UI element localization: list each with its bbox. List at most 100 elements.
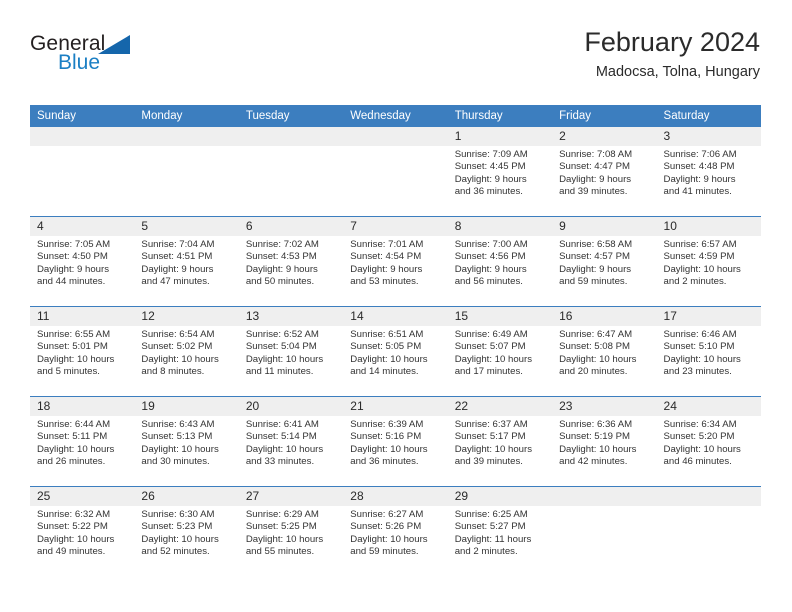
day-daylight2-text: and 46 minutes. xyxy=(663,456,732,468)
calendar-day-cell[interactable]: 1 Sunrise: 7:09 AM Sunset: 4:45 PM Daylight… xyxy=(447,127,553,217)
day-sun-info: Sunrise: 6:29 AM Sunset: 5:25 PM Daylight:… xyxy=(239,506,343,559)
day-sunset-text: Sunset: 4:50 PM xyxy=(37,251,108,263)
calendar-day-cell[interactable]: 18 Sunrise: 6:44 AM Sunset: 5:11 PM Dayligh… xyxy=(30,396,135,487)
calendar-day-cell[interactable]: 17 Sunrise: 6:46 AM Sunset: 5:10 PM Dayligh… xyxy=(656,306,761,397)
day-sunrise-text: Sunrise: 6:52 AM xyxy=(245,329,319,340)
calendar-day-cell[interactable]: 7 Sunrise: 7:01 AM Sunset: 4:54 PM Daylight… xyxy=(343,216,448,307)
calendar-day-cell[interactable]: 4 Sunrise: 7:05 AM Sunset: 4:50 PM Daylight… xyxy=(30,216,135,307)
calendar-day-cell[interactable]: 11 Sunrise: 6:55 AM Sunset: 5:01 PM Dayligh… xyxy=(30,306,135,397)
weekday-header-tuesday: Tuesday xyxy=(238,105,344,127)
calendar-day-cell[interactable]: 9 Sunrise: 6:58 AM Sunset: 4:57 PM Daylight… xyxy=(552,216,657,307)
day-daylight1-text: Daylight: 9 hours xyxy=(559,173,632,185)
day-sun-info: Sunrise: 7:06 AM Sunset: 4:48 PM Daylight:… xyxy=(657,146,761,199)
calendar-table: Sunday Monday Tuesday Wednesday Thursday Frid… xyxy=(30,105,761,576)
calendar-day-cell[interactable]: 24 Sunrise: 6:34 AM Sunset: 5:20 PM Dayligh… xyxy=(656,396,761,487)
day-sunrise-text: Sunrise: 7:06 AM xyxy=(663,149,737,160)
day-sunset-text: Sunset: 5:13 PM xyxy=(141,431,213,443)
calendar-day-cell[interactable]: 2 Sunrise: 7:08 AM Sunset: 4:47 PM Daylight… xyxy=(552,127,657,217)
calendar-day-cell[interactable]: 22 Sunrise: 6:37 AM Sunset: 5:17 PM Dayligh… xyxy=(447,396,553,487)
calendar-week-row: 4 Sunrise: 7:05 AM Sunset: 4:50 PM Daylight… xyxy=(30,216,761,307)
day-sunrise-text: Sunrise: 6:30 AM xyxy=(141,509,215,520)
day-sunset-text: Sunset: 5:16 PM xyxy=(350,431,422,443)
day-daylight1-text: Daylight: 10 hours xyxy=(350,533,428,545)
day-number: 28 xyxy=(343,487,448,506)
calendar-day-cell[interactable]: 13 Sunrise: 6:52 AM Sunset: 5:04 PM Dayligh… xyxy=(238,306,344,397)
calendar-day-cell[interactable]: 29 Sunrise: 6:25 AM Sunset: 5:27 PM Dayligh… xyxy=(447,486,553,576)
day-sunset-text: Sunset: 5:22 PM xyxy=(37,521,108,533)
weekday-header-friday: Friday xyxy=(552,105,657,127)
day-number: 22 xyxy=(447,397,553,416)
triangle-logo-icon xyxy=(98,35,130,54)
day-sun-info: Sunrise: 6:44 AM Sunset: 5:11 PM Daylight:… xyxy=(30,416,134,469)
day-sunrise-text: Sunrise: 6:43 AM xyxy=(141,419,215,430)
day-daylight1-text: Daylight: 9 hours xyxy=(663,173,736,185)
day-sunset-text: Sunset: 5:19 PM xyxy=(559,431,631,443)
day-sunset-text: Sunset: 4:54 PM xyxy=(350,251,422,263)
calendar-day-cell[interactable]: 14 Sunrise: 6:51 AM Sunset: 5:05 PM Dayligh… xyxy=(343,306,448,397)
day-sunset-text: Sunset: 4:48 PM xyxy=(663,161,735,173)
day-sunrise-text: Sunrise: 6:57 AM xyxy=(663,239,737,250)
day-sunrise-text: Sunrise: 6:58 AM xyxy=(559,239,633,250)
calendar-day-cell[interactable]: 5 Sunrise: 7:04 AM Sunset: 4:51 PM Daylight… xyxy=(134,216,239,307)
calendar-day-cell[interactable]: 27 Sunrise: 6:29 AM Sunset: 5:25 PM Dayligh… xyxy=(238,486,344,576)
day-number xyxy=(30,127,135,146)
day-sunrise-text: Sunrise: 6:46 AM xyxy=(663,329,737,340)
day-sunrise-text: Sunrise: 7:09 AM xyxy=(454,149,528,160)
day-daylight2-text: and 5 minutes. xyxy=(37,366,100,378)
day-sunset-text: Sunset: 5:01 PM xyxy=(37,341,108,353)
day-daylight2-text: and 36 minutes. xyxy=(350,456,419,468)
calendar-day-cell-empty xyxy=(343,127,448,217)
day-daylight2-text: and 2 minutes. xyxy=(663,276,727,288)
day-sun-info: Sunrise: 6:39 AM Sunset: 5:16 PM Daylight:… xyxy=(343,416,447,469)
day-daylight2-text: and 47 minutes. xyxy=(141,276,210,288)
day-sunrise-text: Sunrise: 6:27 AM xyxy=(350,509,424,520)
day-sun-info: Sunrise: 6:37 AM Sunset: 5:17 PM Daylight:… xyxy=(448,416,552,469)
calendar-day-cell[interactable]: 15 Sunrise: 6:49 AM Sunset: 5:07 PM Dayligh… xyxy=(447,306,553,397)
day-daylight1-text: Daylight: 10 hours xyxy=(350,443,428,455)
day-daylight1-text: Daylight: 10 hours xyxy=(245,353,324,365)
day-sunrise-text: Sunrise: 6:51 AM xyxy=(350,329,424,340)
brand-logo[interactable]: General Blue xyxy=(30,32,150,84)
calendar-page: General Blue February 2024 Madocsa, Toln… xyxy=(0,0,792,612)
day-daylight2-text: and 55 minutes. xyxy=(245,546,315,558)
calendar-day-cell[interactable]: 19 Sunrise: 6:43 AM Sunset: 5:13 PM Dayligh… xyxy=(134,396,239,487)
day-sunrise-text: Sunrise: 7:01 AM xyxy=(350,239,424,250)
day-sunrise-text: Sunrise: 6:44 AM xyxy=(37,419,111,430)
day-number: 20 xyxy=(238,397,344,416)
calendar-day-cell[interactable]: 20 Sunrise: 6:41 AM Sunset: 5:14 PM Dayligh… xyxy=(238,396,344,487)
calendar-day-cell[interactable]: 6 Sunrise: 7:02 AM Sunset: 4:53 PM Daylight… xyxy=(238,216,344,307)
calendar-week-row: 1 Sunrise: 7:09 AM Sunset: 4:45 PM Daylight… xyxy=(30,127,761,217)
day-sunset-text: Sunset: 5:17 PM xyxy=(454,431,526,443)
calendar-day-cell-empty xyxy=(238,127,344,217)
day-sunrise-text: Sunrise: 6:55 AM xyxy=(37,329,111,340)
day-daylight1-text: Daylight: 9 hours xyxy=(141,263,214,275)
day-sun-info: Sunrise: 6:36 AM Sunset: 5:19 PM Daylight:… xyxy=(552,416,656,469)
calendar-day-cell[interactable]: 25 Sunrise: 6:32 AM Sunset: 5:22 PM Dayligh… xyxy=(30,486,135,576)
day-daylight2-text: and 30 minutes. xyxy=(141,456,210,468)
calendar-day-cell[interactable]: 26 Sunrise: 6:30 AM Sunset: 5:23 PM Dayligh… xyxy=(134,486,239,576)
day-sunrise-text: Sunrise: 6:54 AM xyxy=(141,329,215,340)
calendar-day-cell[interactable]: 12 Sunrise: 6:54 AM Sunset: 5:02 PM Dayligh… xyxy=(134,306,239,397)
calendar-day-cell[interactable]: 21 Sunrise: 6:39 AM Sunset: 5:16 PM Dayligh… xyxy=(343,396,448,487)
day-sunset-text: Sunset: 5:02 PM xyxy=(141,341,213,353)
day-sunset-text: Sunset: 5:11 PM xyxy=(37,431,108,443)
day-daylight2-text: and 11 minutes. xyxy=(245,366,314,378)
day-sunrise-text: Sunrise: 6:34 AM xyxy=(663,419,737,430)
day-daylight2-text: and 44 minutes. xyxy=(37,276,106,288)
calendar-day-cell[interactable]: 28 Sunrise: 6:27 AM Sunset: 5:26 PM Dayligh… xyxy=(343,486,448,576)
calendar-day-cell[interactable]: 3 Sunrise: 7:06 AM Sunset: 4:48 PM Daylight… xyxy=(656,127,761,217)
day-sunset-text: Sunset: 4:47 PM xyxy=(559,161,631,173)
day-daylight2-text: and 59 minutes. xyxy=(350,546,419,558)
calendar-day-cell[interactable]: 10 Sunrise: 6:57 AM Sunset: 4:59 PM Dayligh… xyxy=(656,216,761,307)
day-daylight1-text: Daylight: 10 hours xyxy=(37,353,115,365)
day-sunset-text: Sunset: 5:20 PM xyxy=(663,431,735,443)
day-daylight2-text: and 39 minutes. xyxy=(559,186,628,198)
calendar-day-cell[interactable]: 16 Sunrise: 6:47 AM Sunset: 5:08 PM Dayligh… xyxy=(552,306,657,397)
day-number: 29 xyxy=(447,487,553,506)
day-daylight1-text: Daylight: 10 hours xyxy=(141,533,219,545)
calendar-day-cell[interactable]: 23 Sunrise: 6:36 AM Sunset: 5:19 PM Dayligh… xyxy=(552,396,657,487)
calendar-day-cell[interactable]: 8 Sunrise: 7:00 AM Sunset: 4:56 PM Daylight… xyxy=(447,216,553,307)
day-daylight1-text: Daylight: 10 hours xyxy=(37,533,115,545)
day-daylight2-text: and 59 minutes. xyxy=(559,276,628,288)
day-daylight1-text: Daylight: 10 hours xyxy=(245,533,324,545)
